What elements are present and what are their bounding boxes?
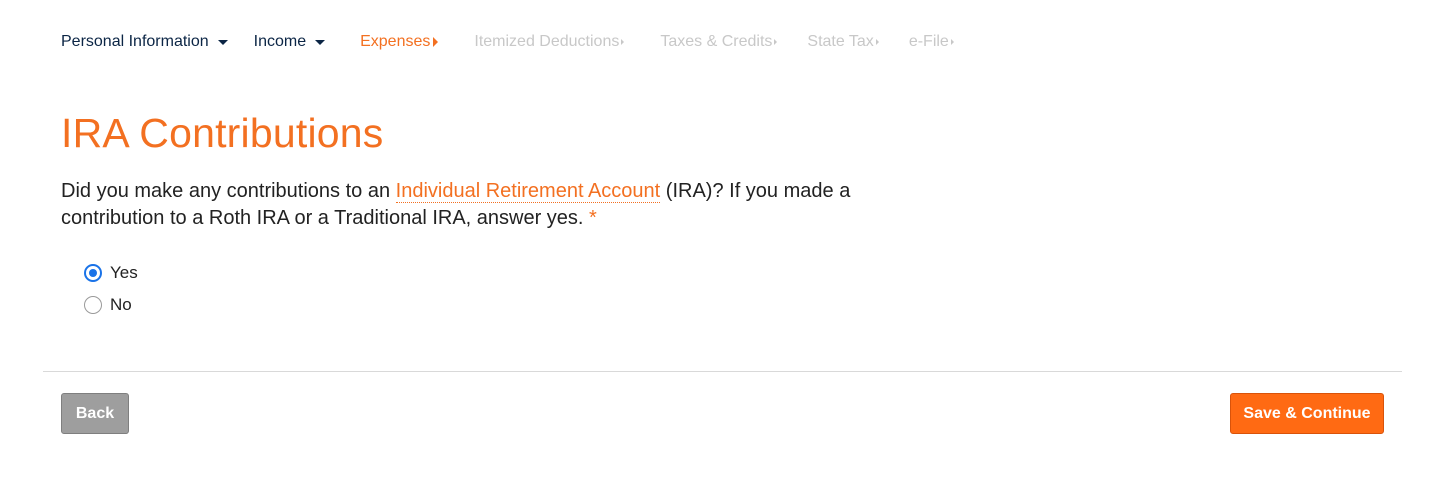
caret-down-icon bbox=[315, 39, 326, 45]
nav-taxes-credits[interactable]: Taxes & Credits bbox=[660, 33, 778, 51]
nav-expenses[interactable]: Expenses bbox=[360, 33, 439, 51]
required-marker: * bbox=[589, 207, 597, 229]
radio-button-yes[interactable] bbox=[84, 264, 102, 282]
page-title: IRA Contributions bbox=[61, 110, 384, 156]
question-text-before: Did you make any contributions to an bbox=[61, 180, 396, 202]
nav-itemized-deductions[interactable]: Itemized Deductions bbox=[474, 33, 625, 51]
nav-label: Expenses bbox=[360, 33, 431, 50]
progress-nav: Personal Information Income Expenses Ite… bbox=[61, 30, 978, 54]
nav-label: Taxes & Credits bbox=[660, 33, 773, 50]
caret-right-icon bbox=[950, 39, 954, 45]
save-continue-button[interactable]: Save & Continue bbox=[1230, 393, 1384, 434]
radio-label-no: No bbox=[110, 295, 132, 314]
page: Personal Information Income Expenses Ite… bbox=[0, 0, 1443, 493]
radio-option-yes[interactable]: Yes bbox=[84, 262, 138, 284]
nav-label: Income bbox=[253, 33, 307, 50]
divider bbox=[43, 371, 1402, 372]
radio-button-no[interactable] bbox=[84, 296, 102, 314]
nav-income[interactable]: Income bbox=[253, 33, 326, 51]
caret-right-icon bbox=[621, 39, 625, 45]
nav-personal-information[interactable]: Personal Information bbox=[61, 33, 228, 51]
answer-radio-group: Yes No bbox=[84, 262, 138, 326]
caret-right-icon bbox=[875, 39, 879, 45]
nav-label: e-File bbox=[908, 33, 949, 50]
caret-down-icon bbox=[217, 39, 228, 45]
nav-label: Itemized Deductions bbox=[474, 33, 620, 50]
radio-option-no[interactable]: No bbox=[84, 294, 138, 316]
nav-label: State Tax bbox=[807, 33, 874, 50]
question-text: Did you make any contributions to an Ind… bbox=[61, 178, 891, 232]
caret-right-icon bbox=[433, 37, 439, 47]
caret-right-icon bbox=[774, 39, 778, 45]
nav-state-tax[interactable]: State Tax bbox=[807, 33, 879, 51]
ira-definition-link[interactable]: Individual Retirement Account bbox=[395, 180, 661, 203]
radio-label-yes: Yes bbox=[110, 263, 138, 282]
nav-label: Personal Information bbox=[61, 33, 209, 50]
nav-e-file[interactable]: e-File bbox=[909, 33, 954, 51]
back-button[interactable]: Back bbox=[61, 393, 129, 434]
